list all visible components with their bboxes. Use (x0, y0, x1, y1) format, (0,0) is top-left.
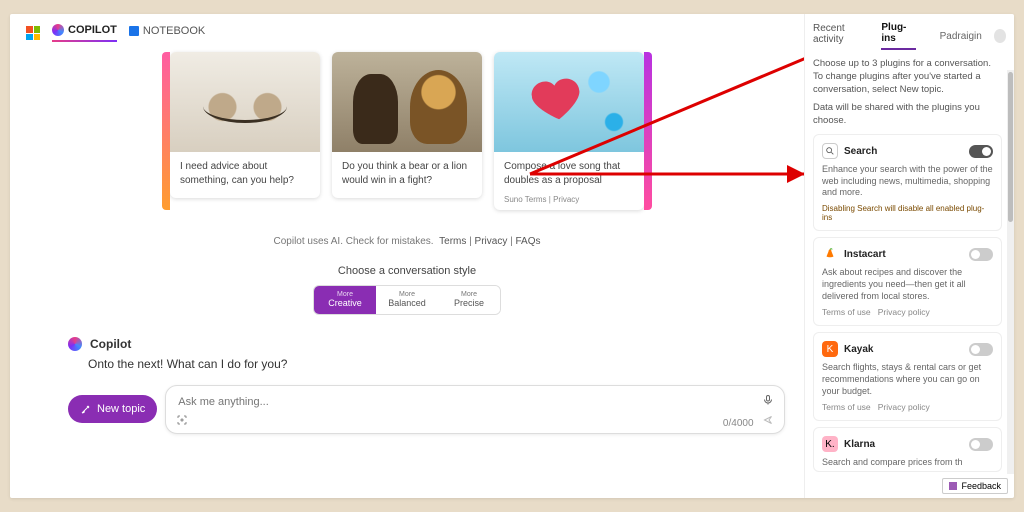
plugin-desc: Search and compare prices from th (822, 457, 993, 469)
link-faqs[interactable]: FAQs (515, 236, 540, 247)
disclaimer-text: Copilot uses AI. Check for mistakes. (274, 236, 434, 247)
top-nav: COPILOT NOTEBOOK (24, 22, 790, 48)
sidebar-intro: Choose up to 3 plugins for a conversatio… (813, 58, 1002, 96)
plugin-name: Kayak (844, 344, 963, 355)
avatar-icon[interactable] (994, 29, 1006, 43)
plugin-toggle[interactable] (969, 343, 993, 356)
copilot-swirl-icon (68, 337, 82, 351)
scrollbar[interactable] (1007, 70, 1014, 474)
feedback-icon (949, 482, 957, 490)
instacart-icon (822, 246, 838, 262)
prompt-card[interactable]: Do you think a bear or a lion would win … (332, 52, 482, 198)
feedback-label: Feedback (961, 481, 1001, 491)
disclaimer: Copilot uses AI. Check for mistakes. Ter… (24, 236, 790, 247)
username: Padraigin (940, 31, 982, 42)
tab-plugins[interactable]: Plug-ins (881, 22, 915, 50)
plugin-name: Search (844, 146, 963, 157)
copilot-swirl-icon (52, 24, 64, 36)
microsoft-logo-icon (26, 26, 40, 40)
tab-copilot[interactable]: COPILOT (52, 24, 117, 42)
plugin-desc: Enhance your search with the power of th… (822, 164, 993, 199)
card-image-bear-lion (332, 52, 482, 152)
card-image-glasses (170, 52, 320, 152)
style-picker: MoreCreative MoreBalanced MorePrecise (24, 285, 790, 315)
input-row: New topic 0/4000 (68, 385, 790, 434)
prompt-card[interactable]: Compose a love song that doubles as a pr… (494, 52, 644, 210)
card-text: Compose a love song that doubles as a pr… (494, 152, 644, 195)
plugin-card-klarna: K. Klarna Search and compare prices from… (813, 427, 1002, 472)
search-icon (822, 143, 838, 159)
plugins-sidebar: Recent activity Plug-ins Padraigin Choos… (804, 14, 1014, 498)
send-icon[interactable] (762, 418, 774, 429)
broom-icon (80, 403, 92, 415)
plugin-toggle[interactable] (969, 438, 993, 451)
prompt-cards: I need advice about something, can you h… (24, 52, 790, 210)
plugin-note: Disabling Search will disable all enable… (822, 204, 993, 222)
card-image-heart (494, 52, 644, 152)
tab-notebook-label: NOTEBOOK (143, 25, 205, 37)
copilot-brand-label: Copilot (90, 337, 131, 351)
sidebar-intro: Data will be shared with the plugins you… (813, 102, 1002, 128)
copilot-heading: Copilot (68, 337, 790, 351)
card-text: I need advice about something, can you h… (170, 152, 320, 198)
tab-recent-activity[interactable]: Recent activity (813, 23, 869, 49)
greeting-text: Onto the next! What can I do for you? (88, 357, 790, 371)
klarna-icon: K. (822, 436, 838, 452)
microphone-icon[interactable] (762, 394, 774, 409)
plugin-card-search: Search Enhance your search with the powe… (813, 134, 1002, 231)
new-topic-button[interactable]: New topic (68, 395, 157, 423)
plugin-card-kayak: K Kayak Search flights, stays & rental c… (813, 332, 1002, 421)
style-creative[interactable]: MoreCreative (314, 286, 376, 314)
new-topic-label: New topic (97, 403, 145, 415)
plugin-name: Klarna (844, 439, 963, 450)
image-search-icon[interactable] (176, 414, 188, 429)
link-tou[interactable]: Terms of use (822, 307, 871, 317)
plugin-desc: Search flights, stays & rental cars or g… (822, 362, 993, 397)
link-pp[interactable]: Privacy policy (878, 402, 930, 412)
tab-notebook[interactable]: NOTEBOOK (129, 25, 205, 41)
link-tou[interactable]: Terms of use (822, 402, 871, 412)
gradient-accent-left (162, 52, 170, 210)
notebook-icon (129, 26, 139, 36)
plugin-card-instacart: Instacart Ask about recipes and discover… (813, 237, 1002, 326)
plugin-toggle[interactable] (969, 145, 993, 158)
kayak-icon: K (822, 341, 838, 357)
sidebar-tabs: Recent activity Plug-ins Padraigin (805, 14, 1014, 50)
style-label: Choose a conversation style (24, 265, 790, 277)
plugin-toggle[interactable] (969, 248, 993, 261)
char-counter: 0/4000 (723, 418, 754, 429)
chat-input-box[interactable]: 0/4000 (165, 385, 785, 434)
card-subtext: Suno Terms | Privacy (494, 195, 644, 210)
link-pp[interactable]: Privacy policy (878, 307, 930, 317)
tab-copilot-label: COPILOT (68, 24, 117, 36)
plugin-desc: Ask about recipes and discover the ingre… (822, 267, 993, 302)
chat-input[interactable] (176, 392, 762, 412)
prompt-card[interactable]: I need advice about something, can you h… (170, 52, 320, 198)
card-text: Do you think a bear or a lion would win … (332, 152, 482, 198)
feedback-button[interactable]: Feedback (942, 478, 1008, 494)
gradient-accent-right (644, 52, 652, 210)
link-terms[interactable]: Terms (439, 236, 466, 247)
style-balanced[interactable]: MoreBalanced (376, 286, 438, 314)
style-precise[interactable]: MorePrecise (438, 286, 500, 314)
link-privacy[interactable]: Privacy (475, 236, 508, 247)
plugin-name: Instacart (844, 249, 963, 260)
